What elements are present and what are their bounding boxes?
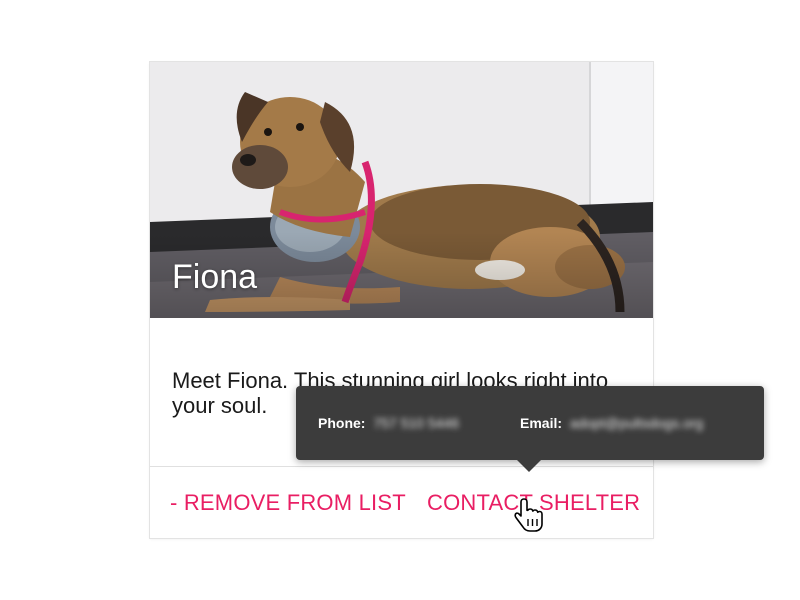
- tooltip-arrow: [517, 460, 541, 472]
- phone-label: Phone:: [318, 415, 366, 431]
- tooltip-phone: Phone: 757 510 5446: [318, 415, 459, 431]
- pet-name: Fiona: [172, 258, 258, 296]
- phone-value: 757 510 5446: [373, 415, 459, 431]
- card-divider: [150, 466, 653, 467]
- contact-tooltip: Phone: 757 510 5446 Email: adopt@pultsdo…: [296, 386, 764, 472]
- pet-photo: Fiona: [150, 62, 653, 318]
- email-value: adopt@pultsdogs.org: [569, 415, 704, 431]
- email-label: Email:: [520, 415, 563, 431]
- hand-pointer-icon: [514, 498, 543, 532]
- remove-from-list-button[interactable]: - REMOVE FROM LIST: [170, 490, 406, 516]
- tooltip-email: Email: adopt@pultsdogs.org: [520, 415, 703, 431]
- pet-card: Fiona Meet Fiona. This stunning girl loo…: [150, 62, 653, 538]
